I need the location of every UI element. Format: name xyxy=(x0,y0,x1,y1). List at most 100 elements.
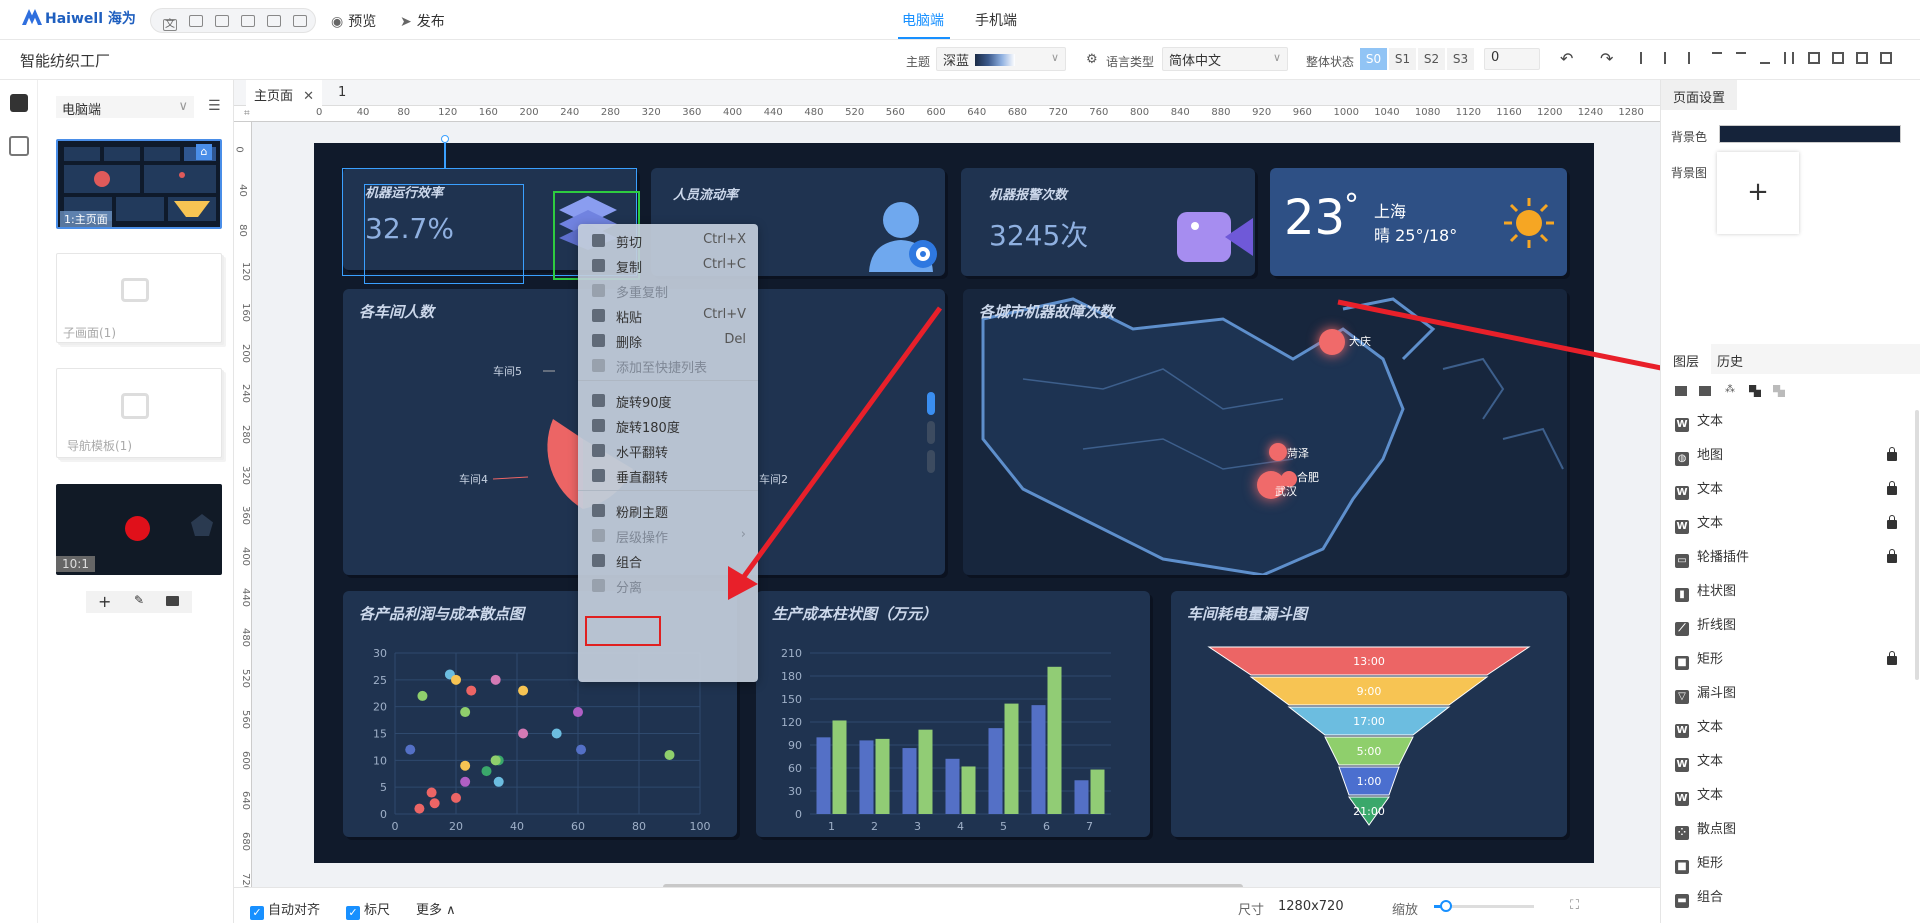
layer-scrollbar[interactable] xyxy=(1915,410,1919,680)
layer-item[interactable]: W 文本 xyxy=(1675,512,1907,540)
lock-icon[interactable] xyxy=(1887,515,1897,529)
ungroup-layers-icon[interactable] xyxy=(1773,385,1785,397)
layer-item[interactable]: ⟋ 折线图 xyxy=(1675,614,1907,642)
same-size-icon[interactable] xyxy=(1856,52,1868,64)
lock-icon[interactable] xyxy=(1887,447,1897,461)
layer-item[interactable]: W 文本 xyxy=(1675,410,1907,438)
bar xyxy=(1004,703,1019,814)
selection-box-text[interactable] xyxy=(364,184,524,284)
layer-item[interactable]: ▭ 轮播插件 xyxy=(1675,546,1907,574)
distribute-h-icon[interactable] xyxy=(1784,52,1794,64)
edit-page-icon[interactable]: ✎ xyxy=(134,593,144,607)
layer-item[interactable]: ⁘ 散点图 xyxy=(1675,818,1907,846)
fit-icon[interactable] xyxy=(1880,52,1892,64)
lock-icon[interactable] xyxy=(1887,651,1897,665)
layer-item[interactable]: ■ 矩形 xyxy=(1675,852,1907,880)
layer-item[interactable]: ▬ 组合 xyxy=(1675,886,1907,914)
state-s0-button[interactable]: S0 xyxy=(1360,48,1387,70)
align-top-icon[interactable] xyxy=(1712,52,1722,64)
undo-icon[interactable]: ↶ xyxy=(1560,49,1573,68)
theme-select[interactable]: 深蓝 ∨ xyxy=(936,47,1066,71)
close-icon[interactable]: ✕ xyxy=(303,89,314,104)
add-bg-image-button[interactable]: + xyxy=(1717,152,1799,234)
tab-layers[interactable]: 图层 xyxy=(1661,344,1712,374)
state-s2-button[interactable]: S2 xyxy=(1418,48,1445,70)
distribute-icon[interactable]: ⁂ xyxy=(1725,384,1735,395)
align-bottom-icon[interactable] xyxy=(1760,52,1770,64)
preview-button[interactable]: ◉ 预览 xyxy=(331,11,376,31)
bring-forward-icon[interactable] xyxy=(1675,386,1687,396)
layer-item[interactable]: ■ 矩形 xyxy=(1675,648,1907,676)
pages-icon[interactable] xyxy=(10,94,28,112)
layer-item[interactable]: W 文本 xyxy=(1675,716,1907,744)
carousel-indicator-active[interactable] xyxy=(927,392,935,415)
link-tool-icon[interactable] xyxy=(293,15,307,27)
more-button[interactable]: 更多 ∧ xyxy=(416,899,456,918)
page-thumb-4[interactable]: 10:1 xyxy=(56,484,222,575)
layer-item[interactable]: ◍ 地图 xyxy=(1675,444,1907,472)
component-tool-icon[interactable] xyxy=(215,15,229,27)
folder-icon[interactable] xyxy=(166,596,179,606)
page-thumb-nav-template[interactable]: 导航模板(1) xyxy=(56,368,222,458)
layer-item[interactable]: ▽ 漏斗图 xyxy=(1675,682,1907,710)
h-ruler-tick: 40 xyxy=(356,107,370,118)
layers-tool-icon[interactable] xyxy=(241,15,255,27)
publish-button[interactable]: ➤ 发布 xyxy=(400,11,445,31)
form-tool-icon[interactable] xyxy=(267,15,281,27)
same-width-icon[interactable] xyxy=(1808,52,1820,64)
redo-icon[interactable]: ↷ xyxy=(1600,49,1613,68)
carousel-indicator[interactable] xyxy=(927,421,935,444)
tab-main-page[interactable]: 主页面 ✕ xyxy=(246,80,323,106)
text-tool-icon[interactable]: 文 xyxy=(163,19,177,31)
tab-mobile[interactable]: 手机端 xyxy=(975,10,1017,30)
zoom-slider[interactable] xyxy=(1434,900,1534,912)
state-s1-button[interactable]: S1 xyxy=(1389,48,1416,70)
send-backward-icon[interactable] xyxy=(1699,386,1711,396)
lock-icon[interactable] xyxy=(1887,549,1897,563)
layer-item[interactable]: W 文本 xyxy=(1675,784,1907,812)
menu-item[interactable]: 垂直翻转 xyxy=(578,461,758,491)
add-page-icon[interactable]: + xyxy=(98,592,111,611)
language-select[interactable]: 简体中文 ∨ xyxy=(1162,47,1288,71)
weather-card[interactable]: 23 ° 上海 晴 25°/18° xyxy=(1270,168,1567,276)
align-left-icon[interactable] xyxy=(1640,52,1650,64)
page-thumb-main[interactable]: ⌂ 1:主页面 xyxy=(56,139,222,229)
device-select[interactable]: 电脑端 ∨ xyxy=(56,96,194,118)
production-cost-bar-card[interactable]: 生产成本柱状图（万元） 0 30 60 90 120 150 180 210 1 2 3 4 5 6 7 xyxy=(756,591,1150,837)
same-height-icon[interactable] xyxy=(1832,52,1844,64)
fit-screen-icon[interactable]: ⛶ xyxy=(1570,898,1579,913)
ruler-origin-icon[interactable]: ⌗ xyxy=(244,108,250,119)
auto-align-checkbox[interactable]: ✓ 自动对齐 xyxy=(250,899,320,920)
lock-icon[interactable] xyxy=(1887,481,1897,495)
power-funnel-card[interactable]: 车间耗电量漏斗图 13:00 9:00 17:00 5:00 1:00 21:00 xyxy=(1171,591,1567,837)
page-thumb-sub[interactable]: 子画面(1) xyxy=(56,253,222,343)
ruler-checkbox[interactable]: ✓ 标尺 xyxy=(346,899,390,920)
alarm-count-card[interactable]: 机器报警次数 3245次 xyxy=(961,168,1255,276)
rotate-handle[interactable] xyxy=(441,135,449,143)
group-layers-icon[interactable] xyxy=(1749,385,1761,397)
image-tool-icon[interactable] xyxy=(189,15,203,27)
layer-item[interactable]: ▮ 柱状图 xyxy=(1675,580,1907,608)
zoom-slider-thumb[interactable] xyxy=(1440,900,1452,912)
tab-page-settings[interactable]: 页面设置 xyxy=(1661,80,1738,110)
bg-color-swatch[interactable] xyxy=(1719,125,1901,143)
align-right-icon[interactable] xyxy=(1688,52,1698,64)
tab-desktop[interactable]: 电脑端 xyxy=(902,10,944,30)
state-s3-button[interactable]: S3 xyxy=(1447,48,1474,70)
state-value-input[interactable]: 0 xyxy=(1484,48,1540,70)
layer-item[interactable]: W 文本 xyxy=(1675,478,1907,506)
carousel-indicator[interactable] xyxy=(927,450,935,473)
components-icon[interactable] xyxy=(9,136,29,156)
dashboard-canvas[interactable]: 机器运行效率 32.7% 人员流动率 机器报警次数 3245次 23 ° 上海 … xyxy=(314,135,1594,863)
tab-history[interactable]: 历史 xyxy=(1705,344,1755,374)
y-tick-label: 60 xyxy=(788,762,802,775)
city-fault-map-card[interactable]: 大庆 菏泽 合肥 武汉 各城市机器故障次数 xyxy=(963,289,1567,575)
align-vcenter-icon[interactable] xyxy=(1736,52,1746,64)
city-marker-heze[interactable] xyxy=(1269,443,1287,461)
tab-page-1[interactable]: 1 xyxy=(330,80,354,106)
align-hcenter-icon[interactable] xyxy=(1664,52,1674,64)
layer-item[interactable]: W 文本 xyxy=(1675,750,1907,778)
city-marker-daqing[interactable] xyxy=(1319,329,1345,355)
list-toggle-icon[interactable]: ☰ xyxy=(208,98,221,114)
left-icon-nav xyxy=(0,80,38,923)
